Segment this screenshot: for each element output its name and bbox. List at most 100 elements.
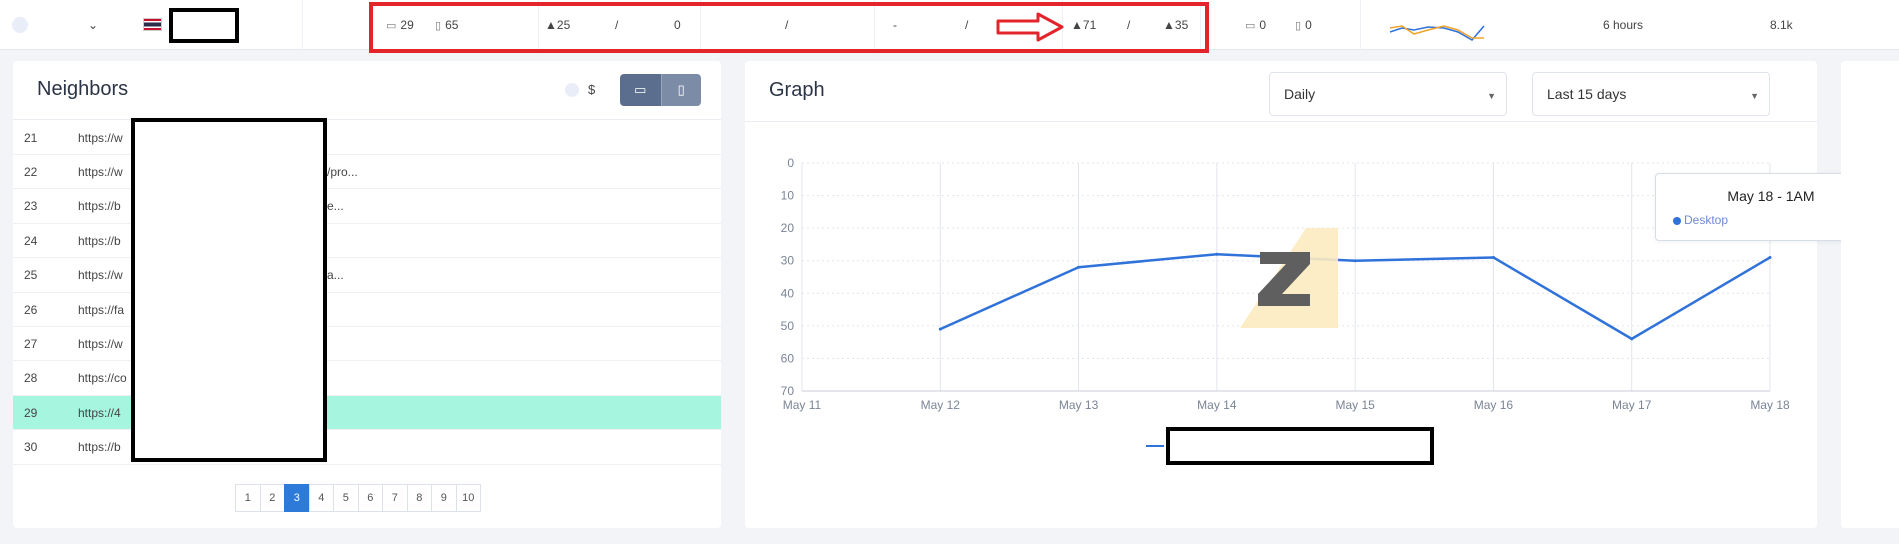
- x-tick-label: May 14: [1197, 398, 1237, 412]
- y-tick-label: 10: [781, 189, 795, 203]
- chevron-down-icon[interactable]: ⌄: [88, 0, 98, 50]
- keyword-row[interactable]: ⌄ ▭ 29 ▯ 65 ▲ 25 / 0 / - / ▲ 71 / ▲ 35 ▭ 0 ▯ 0 …: [0, 0, 1899, 53]
- desktop-count: ▭ 0: [1245, 18, 1267, 32]
- y-tick-label: 20: [781, 221, 795, 235]
- mobile-view-button[interactable]: ▯: [660, 74, 701, 106]
- mobile-count: ▯ 0: [1295, 18, 1312, 32]
- page-2-button[interactable]: 2: [259, 484, 285, 512]
- page-4-button[interactable]: 4: [308, 484, 334, 512]
- x-tick-label: May 18: [1750, 398, 1790, 412]
- rank: 23: [24, 199, 38, 214]
- page-10-button[interactable]: 10: [455, 484, 481, 512]
- x-tick-label: May 16: [1474, 398, 1514, 412]
- data-point: [1491, 255, 1495, 259]
- desktop-icon: ▭: [1245, 19, 1256, 32]
- neighbor-url[interactable]: https://b: [78, 440, 121, 454]
- neighbor-row[interactable]: 27 https://w: [13, 327, 721, 362]
- neighbor-url[interactable]: https://w: [78, 337, 123, 351]
- page-9-button[interactable]: 9: [431, 484, 457, 512]
- device-switch: ▭ ▯: [620, 74, 701, 106]
- pagination: 1 2 3 4 5 6 7 8 9 10: [235, 484, 481, 512]
- neighbor-url[interactable]: https://w: [78, 268, 123, 282]
- redacted-keyword: [169, 8, 239, 43]
- interval-select-value: Daily: [1284, 86, 1316, 102]
- redacted-urls: [131, 118, 327, 462]
- page-1-button[interactable]: 1: [235, 484, 261, 512]
- neighbor-row[interactable]: 21 https://w: [13, 121, 721, 155]
- neighbor-url-tail: a...: [327, 268, 344, 283]
- y-tick-label: 70: [781, 384, 795, 398]
- neighbor-url-tail: /pro...: [327, 164, 358, 179]
- data-point: [1215, 252, 1219, 256]
- desktop-icon: ▭: [634, 82, 647, 97]
- neighbor-row[interactable]: 28 https://co: [13, 362, 721, 396]
- rank: 28: [24, 371, 38, 386]
- neighbor-url[interactable]: https://w: [78, 131, 123, 145]
- neighbors-title: Neighbors: [37, 78, 129, 100]
- legend-line: [1146, 445, 1164, 447]
- y-tick-label: 50: [781, 319, 795, 333]
- mobile-icon: ▯: [677, 82, 685, 97]
- data-point: [1353, 259, 1357, 263]
- rank: 30: [24, 440, 38, 455]
- tooltip-series: Desktop: [1684, 213, 1729, 227]
- x-tick-label: May 15: [1335, 398, 1375, 412]
- row-select-checkbox[interactable]: [12, 17, 28, 33]
- x-tick-label: May 13: [1059, 398, 1099, 412]
- page-7-button[interactable]: 7: [382, 484, 408, 512]
- interval-select[interactable]: Daily ▼: [1269, 72, 1507, 116]
- neighbor-url[interactable]: https://b: [78, 199, 121, 213]
- desktop-view-button[interactable]: ▭: [620, 74, 661, 106]
- neighbor-row[interactable]: 22 https://w/pro...: [13, 155, 721, 190]
- neighbor-url[interactable]: https://4: [78, 406, 121, 420]
- neighbor-row[interactable]: 25 https://w a...: [13, 259, 721, 293]
- last-updated: 6 hours: [1603, 18, 1644, 32]
- redacted-legend: [1166, 427, 1434, 465]
- neighbor-url[interactable]: https://b: [78, 234, 121, 248]
- caret-down-icon: ▼: [1487, 91, 1496, 101]
- neighbor-row[interactable]: 30 https://b: [13, 431, 721, 465]
- thailand-flag-icon: [143, 18, 162, 31]
- y-tick-label: 60: [781, 351, 795, 365]
- x-tick-label: May 12: [921, 398, 961, 412]
- neighbor-url[interactable]: https://fa: [78, 303, 124, 317]
- watermark-logo: [1240, 228, 1338, 328]
- trend-sparkline: [1389, 25, 1485, 41]
- y-tick-label: 30: [781, 254, 795, 268]
- page-3-button[interactable]: 3: [284, 484, 310, 512]
- neighbor-row[interactable]: 23 https://b e...: [13, 190, 721, 224]
- page-5-button[interactable]: 5: [333, 484, 359, 512]
- rank: 27: [24, 336, 38, 351]
- data-point: [1630, 337, 1634, 341]
- next-panel: [1841, 61, 1899, 528]
- series-dot: [1673, 217, 1681, 225]
- caret-down-icon: ▼: [1750, 91, 1759, 101]
- highlight-annotation: [369, 2, 1209, 53]
- range-select[interactable]: Last 15 days ▼: [1532, 72, 1770, 116]
- range-select-value: Last 15 days: [1547, 86, 1627, 102]
- neighbor-row[interactable]: 24 https://b: [13, 224, 721, 259]
- x-tick-label: May 11: [783, 398, 822, 412]
- neighbor-url-tail: e...: [327, 199, 344, 214]
- rank: 22: [24, 164, 38, 179]
- data-point: [1077, 265, 1081, 269]
- neighbor-url[interactable]: https://co: [78, 371, 127, 385]
- rank: 29: [24, 405, 38, 420]
- graph-title: Graph: [769, 79, 825, 101]
- currency-toggle[interactable]: [565, 83, 579, 97]
- neighbor-url[interactable]: https://w: [78, 165, 123, 179]
- neighbor-row[interactable]: 26 https://fa: [13, 293, 721, 327]
- rank: 24: [24, 233, 38, 248]
- page-8-button[interactable]: 8: [406, 484, 432, 512]
- rank: 25: [24, 268, 38, 283]
- currency-label: $: [588, 82, 596, 97]
- neighbor-row[interactable]: 29 https://4: [13, 396, 721, 431]
- legend: [1146, 427, 1436, 465]
- x-tick-label: May 17: [1612, 398, 1652, 412]
- data-point: [1768, 255, 1772, 259]
- page-6-button[interactable]: 6: [357, 484, 383, 512]
- rank: 21: [24, 130, 38, 145]
- rank: 26: [24, 302, 38, 317]
- y-tick-label: 40: [781, 286, 795, 300]
- mobile-icon: ▯: [1295, 19, 1302, 32]
